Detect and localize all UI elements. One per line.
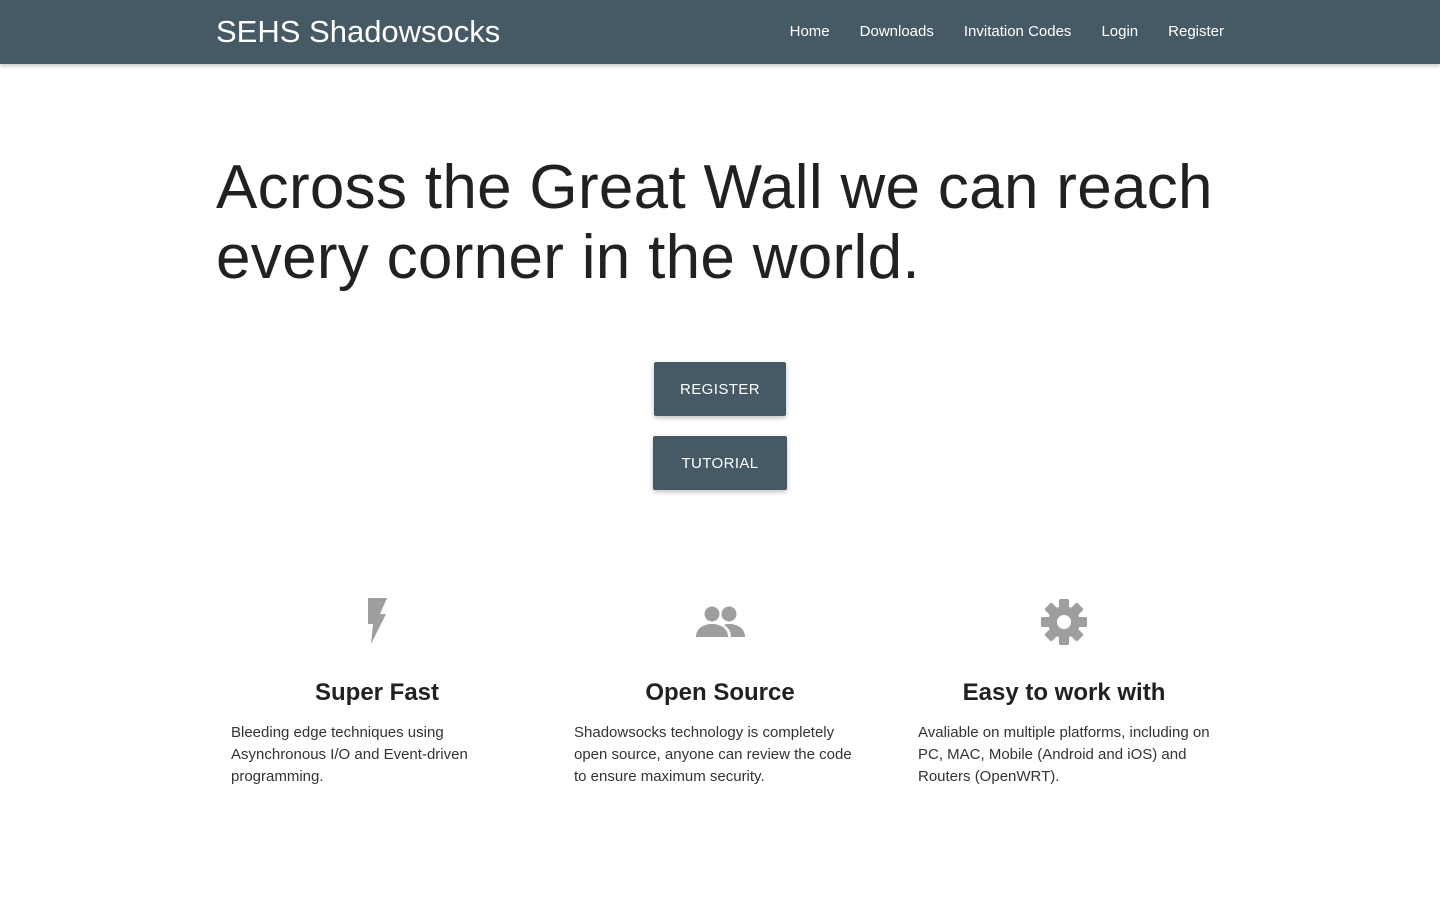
gear-icon (1034, 592, 1094, 652)
people-icon (690, 592, 750, 652)
hero-title: Across the Great Wall we can reach every… (216, 153, 1213, 292)
feature-easy-to-work-with: Easy to work with Avaliable on multiple … (918, 592, 1210, 788)
tutorial-button[interactable]: TUTORIAL (653, 436, 787, 490)
feature-super-fast: Super Fast Bleeding edge techniques usin… (231, 592, 523, 788)
brand-logo-link[interactable]: SEHS Shadowsocks (216, 13, 500, 51)
top-navbar: SEHS Shadowsocks Home Downloads Invitati… (0, 0, 1440, 64)
nav-link-login[interactable]: Login (1101, 23, 1138, 40)
feature-description: Bleeding edge techniques using Asynchron… (231, 724, 468, 785)
nav-link-register[interactable]: Register (1168, 23, 1224, 40)
nav-item-downloads: Downloads (860, 23, 934, 41)
nav-link-home[interactable]: Home (790, 23, 830, 40)
nav-item-invitation-codes: Invitation Codes (964, 23, 1072, 41)
feature-description: Avaliable on multiple platforms, includi… (918, 724, 1210, 785)
feature-open-source: Open Source Shadowsocks technology is co… (574, 592, 866, 788)
register-button[interactable]: REGISTER (654, 362, 786, 416)
feature-title: Super Fast (314, 679, 440, 706)
nav-item-register: Register (1168, 23, 1224, 41)
nav-link-downloads[interactable]: Downloads (860, 23, 934, 40)
feature-title: Easy to work with (962, 679, 1166, 706)
feature-title: Open Source (645, 679, 795, 706)
nav-links: Home Downloads Invitation Codes Login Re… (760, 0, 1224, 64)
nav-link-invitation-codes[interactable]: Invitation Codes (964, 23, 1072, 40)
nav-item-home: Home (790, 23, 830, 41)
lightning-bolt-icon (346, 592, 406, 652)
nav-item-login: Login (1101, 23, 1138, 41)
feature-description: Shadowsocks technology is completely ope… (574, 724, 852, 785)
